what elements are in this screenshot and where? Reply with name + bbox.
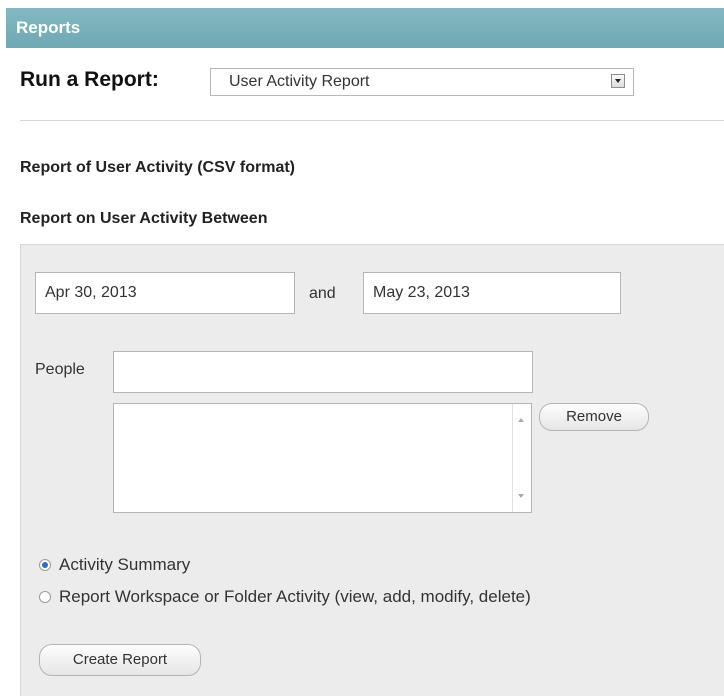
- workspace-activity-radio[interactable]: [39, 591, 51, 603]
- remove-button[interactable]: Remove: [539, 403, 649, 431]
- create-report-button[interactable]: Create Report: [39, 644, 201, 676]
- activity-summary-label: Activity Summary: [59, 555, 191, 574]
- report-options-panel: Apr 30, 2013 and May 23, 2013 People Rem…: [20, 244, 724, 696]
- people-list[interactable]: [113, 403, 532, 513]
- people-label: People: [35, 361, 85, 378]
- reports-title-bar: Reports: [6, 8, 724, 48]
- workspace-activity-option[interactable]: Report Workspace or Folder Activity (vie…: [39, 587, 531, 607]
- csv-report-heading: Report of User Activity (CSV format): [20, 159, 295, 176]
- run-report-row: Run a Report: User Activity Report: [20, 62, 720, 102]
- activity-summary-option[interactable]: Activity Summary: [39, 555, 190, 575]
- window-title: Reports: [16, 18, 81, 37]
- report-type-value: User Activity Report: [229, 73, 370, 90]
- section-divider: [20, 120, 724, 121]
- run-report-label: Run a Report:: [20, 68, 159, 91]
- chevron-down-icon[interactable]: [611, 74, 625, 88]
- activity-summary-radio[interactable]: [39, 559, 51, 571]
- and-label: and: [309, 285, 336, 302]
- between-heading: Report on User Activity Between: [20, 210, 268, 227]
- workspace-activity-label: Report Workspace or Folder Activity (vie…: [59, 587, 531, 606]
- report-type-select[interactable]: User Activity Report: [210, 68, 634, 96]
- scroll-down-icon[interactable]: [518, 494, 524, 498]
- start-date-field[interactable]: Apr 30, 2013: [35, 272, 295, 314]
- scroll-up-icon[interactable]: [518, 418, 524, 422]
- people-list-scrollbar[interactable]: [512, 404, 531, 512]
- end-date-field[interactable]: May 23, 2013: [363, 272, 621, 314]
- people-input[interactable]: [113, 351, 533, 393]
